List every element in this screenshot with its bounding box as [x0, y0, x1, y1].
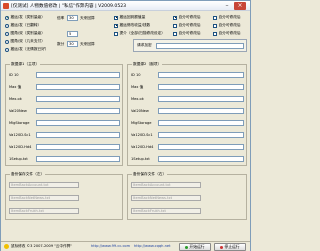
option-radio-3[interactable]: 图角/双（类别量级）: [5, 31, 45, 36]
file-path-field[interactable]: ItemBackFrukh.txt: [9, 208, 79, 214]
checkbox-icon: [213, 23, 217, 28]
row-input[interactable]: [158, 84, 244, 90]
title-bar[interactable]: [仅测试] 人物数值修改 | "私信"作弊内容 | V2009.0523 – ×: [1, 1, 250, 11]
row-input[interactable]: [158, 156, 244, 162]
row-input[interactable]: [36, 132, 120, 138]
right-checkbox-4[interactable]: 自分可修改后: [213, 15, 241, 20]
row-label: Va120D.Hd4: [131, 145, 154, 149]
mid-checkbox-1[interactable]: 搬运回到额值量: [114, 15, 145, 20]
minimize-button[interactable]: –: [223, 2, 231, 10]
info-icon: [4, 244, 9, 249]
score-input[interactable]: 30: [67, 41, 78, 47]
right-checkbox-5[interactable]: 自分可修改后: [213, 23, 241, 28]
start-button[interactable]: 开始运行: [179, 243, 211, 251]
file-path-field[interactable]: ItemBackAccount.txt: [9, 182, 79, 188]
right-checkbox-1[interactable]: 自分可修改后: [173, 15, 201, 20]
copyright-text: 鼠标修改 ©3 2007-2009 "云中作弊": [11, 244, 72, 248]
radio-icon: [5, 15, 9, 20]
row-label: ID 10: [131, 73, 141, 77]
row-input[interactable]: [36, 108, 120, 114]
file-path-field[interactable]: ItemBackNetNews.txt: [131, 195, 201, 201]
group-title: 数据源1（主项）: [10, 62, 41, 67]
checkbox-icon: [173, 31, 177, 36]
mid-input[interactable]: 5: [67, 31, 78, 37]
checkbox-icon: [114, 15, 118, 20]
file-path-field[interactable]: ItemBackAccount.txt: [131, 182, 201, 188]
row-input[interactable]: [36, 144, 120, 150]
request-box: 请求加密: [133, 39, 247, 52]
row-label: Va120D.Sc1: [9, 133, 31, 137]
row-label: Val20New: [9, 109, 27, 113]
row-label: MigStorage: [9, 121, 30, 125]
row-label: MigStorage: [131, 121, 152, 125]
file-path-field[interactable]: ItemBackFrukh.txt: [131, 208, 201, 214]
rate-label: 倍率: [57, 16, 65, 20]
row-label: ID 10: [9, 73, 19, 77]
stop-icon: [220, 245, 224, 249]
row-label: Va120D.Hd4: [9, 145, 32, 149]
row-input[interactable]: [158, 144, 244, 150]
rate-input[interactable]: 30: [67, 15, 78, 21]
option-radio-2[interactable]: 搬运/发（已翻转）: [5, 23, 41, 28]
file-group-left: 备份保存文件（左） ItemBackAccount.txt ItemBackNe…: [5, 172, 123, 220]
row-input[interactable]: [36, 120, 120, 126]
checkbox-icon: [213, 15, 217, 20]
row-input[interactable]: [158, 120, 244, 126]
checkbox-icon: [114, 31, 118, 36]
file-group-right: 备份保存文件（右） ItemBackAccount.txt ItemBackNe…: [127, 172, 247, 220]
row-input[interactable]: [36, 84, 120, 90]
option-radio-1[interactable]: 搬运/发（类别量级）: [5, 15, 45, 20]
app-window: [仅测试] 人物数值修改 | "私信"作弊内容 | V2009.0523 – ×…: [0, 0, 251, 251]
group-title: 数据源2（副项）: [132, 62, 163, 67]
radio-icon: [5, 31, 9, 36]
data-group-right: 数据源2（副项） ID 10 Max 值 Mex.ok Val20New Mig…: [127, 62, 247, 166]
row-input[interactable]: [158, 108, 244, 114]
radio-icon: [5, 47, 9, 52]
stop-button[interactable]: 停止运行: [214, 243, 246, 251]
row-label: 1Setup.txt: [9, 157, 28, 161]
close-button[interactable]: ×: [234, 2, 246, 10]
request-input[interactable]: [156, 43, 244, 49]
row-input[interactable]: [158, 96, 244, 102]
row-label: Va120D.Sc1: [131, 133, 153, 137]
radio-icon: [5, 23, 9, 28]
site-link[interactable]: http://www.99.cc.com: [91, 244, 130, 248]
row-input[interactable]: [36, 96, 120, 102]
score-unit: 天来回算: [80, 42, 95, 46]
option-radio-5[interactable]: 搬运/发（无情报已好）: [5, 47, 49, 52]
option-radio-4[interactable]: 图角/双（几未支付）: [5, 39, 45, 44]
site-link-2[interactable]: http://www.cqqh.net: [134, 244, 171, 248]
play-icon: [185, 245, 189, 249]
row-input[interactable]: [36, 72, 120, 78]
right-checkbox-6[interactable]: 自分可修改后: [213, 31, 241, 36]
data-group-left: 数据源1（主项） ID 10 Max 值 Mex.ok Val20New Mig…: [5, 62, 123, 166]
row-label: Val20New: [131, 109, 149, 113]
window-title: [仅测试] 人物数值修改 | "私信"作弊内容 | V2009.0523: [11, 4, 127, 9]
mid-checkbox-3[interactable]: 提介（全部/扫描修改设定）: [114, 31, 165, 36]
request-label: 请求加密: [137, 43, 152, 47]
row-label: Mex.ok: [9, 97, 22, 101]
status-bar: 鼠标修改 ©3 2007-2009 "云中作弊" http://www.99.c…: [1, 241, 250, 251]
rate-unit: 天来回算: [80, 16, 95, 20]
row-input[interactable]: [158, 72, 244, 78]
score-label: 数分: [57, 42, 65, 46]
app-icon: [3, 3, 9, 9]
radio-icon: [5, 39, 9, 44]
right-checkbox-3[interactable]: 自分可修改后: [173, 31, 201, 36]
checkbox-icon: [173, 23, 177, 28]
file-path-field[interactable]: ItemBackNetNews.txt: [9, 195, 79, 201]
row-input[interactable]: [36, 156, 120, 162]
checkbox-icon: [213, 31, 217, 36]
checkbox-icon: [114, 23, 118, 28]
mid-checkbox-2[interactable]: 搬运修改收益/钱数: [114, 23, 150, 28]
group-title: 备份保存文件（左）: [10, 172, 46, 177]
row-label: 1Setup.txt: [131, 157, 150, 161]
checkbox-icon: [173, 15, 177, 20]
row-input[interactable]: [158, 132, 244, 138]
row-label: Max 值: [131, 85, 144, 89]
right-checkbox-2[interactable]: 自分可修改后: [173, 23, 201, 28]
row-label: Mex.ok: [131, 97, 144, 101]
row-label: Max 值: [9, 85, 22, 89]
group-title: 备份保存文件（右）: [132, 172, 168, 177]
